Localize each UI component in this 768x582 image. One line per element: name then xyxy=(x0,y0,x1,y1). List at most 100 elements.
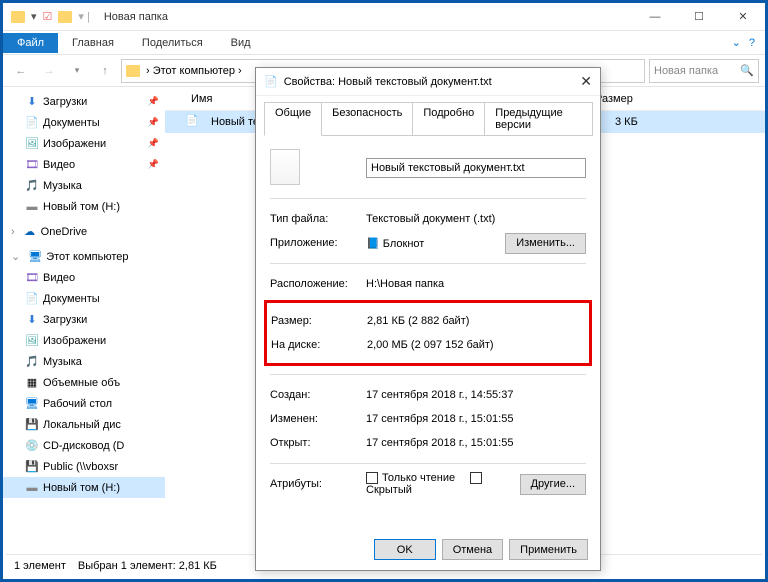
created-label: Создан: xyxy=(270,389,366,401)
cd-icon: 💿 xyxy=(25,439,39,453)
sidebar-item-volumes[interactable]: ▦Объемные объ xyxy=(3,372,165,393)
tab-view[interactable]: Вид xyxy=(217,33,265,53)
dialog-tabs: Общие Безопасность Подробно Предыдущие в… xyxy=(256,96,600,136)
video-icon: 🎞 xyxy=(25,158,39,172)
sidebar-item-music2[interactable]: 🎵Музыка xyxy=(3,351,165,372)
location-label: Расположение: xyxy=(270,278,366,290)
folder-icon xyxy=(126,65,140,77)
textfile-icon: 📄 xyxy=(185,114,201,130)
breadcrumb[interactable]: › Этот компьютер › xyxy=(146,65,242,77)
type-label: Тип файла: xyxy=(270,213,366,225)
sidebar-item-documents2[interactable]: 📄Документы xyxy=(3,288,165,309)
ok-button[interactable]: OK xyxy=(374,539,436,560)
disk-value: 2,00 МБ (2 097 152 байт) xyxy=(367,339,585,351)
3d-icon: ▦ xyxy=(25,376,39,390)
dialog-titlebar[interactable]: 📄 Свойства: Новый текстовый документ.txt… xyxy=(256,68,600,96)
hidden-checkbox[interactable] xyxy=(470,472,482,484)
cancel-button[interactable]: Отмена xyxy=(442,539,503,560)
status-selected: Выбран 1 элемент: 2,81 КБ xyxy=(78,560,217,572)
close-button[interactable]: ✕ xyxy=(721,3,765,31)
change-button[interactable]: Изменить... xyxy=(505,233,586,254)
sidebar-item-downloads2[interactable]: ⬇Загрузки xyxy=(3,309,165,330)
search-icon: 🔍 xyxy=(740,64,754,77)
help-icon[interactable]: ? xyxy=(749,37,755,49)
sidebar-item-pictures[interactable]: 🖼Изображени📌 xyxy=(3,133,165,154)
download-icon: ⬇ xyxy=(25,313,39,327)
app-label: Приложение: xyxy=(270,237,366,249)
search-input[interactable]: Новая папка 🔍 xyxy=(649,59,759,83)
sidebar-item-localdisk[interactable]: 💾Локальный дис xyxy=(3,414,165,435)
tab-file[interactable]: Файл xyxy=(3,33,58,53)
drive-icon: 💾 xyxy=(25,418,39,432)
notepad-icon: 📘 xyxy=(366,238,380,250)
sidebar-item-documents[interactable]: 📄Документы📌 xyxy=(3,112,165,133)
folder-icon xyxy=(58,11,72,23)
tab-details[interactable]: Подробно xyxy=(412,102,485,136)
tab-general[interactable]: Общие xyxy=(264,102,322,136)
pictures-icon: 🖼 xyxy=(25,334,39,348)
sidebar-item-music[interactable]: 🎵Музыка xyxy=(3,175,165,196)
sidebar: ⬇Загрузки📌 📄Документы📌 🖼Изображени📌 🎞Вид… xyxy=(3,87,165,547)
attr-label: Атрибуты: xyxy=(270,478,366,490)
sidebar-item-public[interactable]: 💾Public (\\vboxsr xyxy=(3,456,165,477)
sidebar-item-downloads[interactable]: ⬇Загрузки📌 xyxy=(3,91,165,112)
maximize-button[interactable]: ☐ xyxy=(677,3,721,31)
modified-value: 17 сентября 2018 г., 15:01:55 xyxy=(366,413,586,425)
window-title: Новая папка xyxy=(98,11,168,23)
status-count: 1 элемент xyxy=(14,560,66,572)
back-button[interactable]: ← xyxy=(9,59,33,83)
sidebar-item-videos2[interactable]: 🎞Видео xyxy=(3,267,165,288)
ribbon: Файл Главная Поделиться Вид ⌄ ? xyxy=(3,31,765,55)
desktop-icon: 🖥 xyxy=(25,397,39,411)
app-value: 📘 Блокнот xyxy=(366,237,505,250)
apply-button[interactable]: Применить xyxy=(509,539,588,560)
checkbox-icon[interactable]: ☑ xyxy=(43,10,53,23)
network-drive-icon: 💾 xyxy=(25,460,39,474)
drive-icon: ▬ xyxy=(25,481,39,495)
filename-input[interactable] xyxy=(366,158,586,178)
sidebar-item-desktop[interactable]: 🖥Рабочий стол xyxy=(3,393,165,414)
tab-home[interactable]: Главная xyxy=(58,33,128,53)
dialog-icon: 📄 xyxy=(264,75,278,88)
onedrive-icon: ☁ xyxy=(23,225,37,239)
dialog-title: Свойства: Новый текстовый документ.txt xyxy=(284,76,492,88)
tab-previous[interactable]: Предыдущие версии xyxy=(484,102,593,136)
pin-icon: 📌 xyxy=(148,117,159,128)
sidebar-item-newvol2[interactable]: ▬Новый том (H:) xyxy=(3,477,165,498)
other-button[interactable]: Другие... xyxy=(520,474,586,495)
forward-button[interactable]: → xyxy=(37,59,61,83)
highlight-box: Размер:2,81 КБ (2 882 байт) На диске:2,0… xyxy=(264,300,592,366)
music-icon: 🎵 xyxy=(25,355,39,369)
column-size[interactable]: Размер xyxy=(595,93,675,105)
readonly-checkbox[interactable] xyxy=(366,472,378,484)
pin-icon: 📌 xyxy=(148,138,159,149)
qat-sep: ▾ | xyxy=(78,10,89,23)
sidebar-item-newvol[interactable]: ▬Новый том (H:) xyxy=(3,196,165,217)
sidebar-item-videos[interactable]: 🎞Видео📌 xyxy=(3,154,165,175)
modified-label: Изменен: xyxy=(270,413,366,425)
pin-icon: 📌 xyxy=(148,159,159,170)
tab-security[interactable]: Безопасность xyxy=(321,102,413,136)
ribbon-expand-icon[interactable]: ⌄ xyxy=(732,36,741,49)
created-value: 17 сентября 2018 г., 14:55:37 xyxy=(366,389,586,401)
sidebar-item-cddrive[interactable]: 💿CD-дисковод (D xyxy=(3,435,165,456)
sidebar-item-onedrive[interactable]: ›☁OneDrive xyxy=(3,221,165,242)
up-button[interactable]: ↑ xyxy=(93,59,117,83)
pin-icon: 📌 xyxy=(148,96,159,107)
opened-value: 17 сентября 2018 г., 15:01:55 xyxy=(366,437,586,449)
sidebar-item-pictures2[interactable]: 🖼Изображени xyxy=(3,330,165,351)
size-value: 2,81 КБ (2 882 байт) xyxy=(367,315,585,327)
music-icon: 🎵 xyxy=(25,179,39,193)
recent-button[interactable]: ▾ xyxy=(65,59,89,83)
down-icon[interactable]: ▾ xyxy=(31,10,37,23)
minimize-button[interactable]: — xyxy=(633,3,677,31)
type-value: Текстовый документ (.txt) xyxy=(366,213,586,225)
titlebar: ▾ ☑ ▾ | Новая папка — ☐ ✕ xyxy=(3,3,765,31)
properties-dialog: 📄 Свойства: Новый текстовый документ.txt… xyxy=(255,67,601,571)
tab-share[interactable]: Поделиться xyxy=(128,33,217,53)
video-icon: 🎞 xyxy=(25,271,39,285)
file-type-icon xyxy=(270,149,300,185)
close-icon[interactable]: ✕ xyxy=(580,73,592,90)
location-value: H:\Новая папка xyxy=(366,278,586,290)
sidebar-item-thispc[interactable]: ⌄🖥Этот компьютер xyxy=(3,246,165,267)
